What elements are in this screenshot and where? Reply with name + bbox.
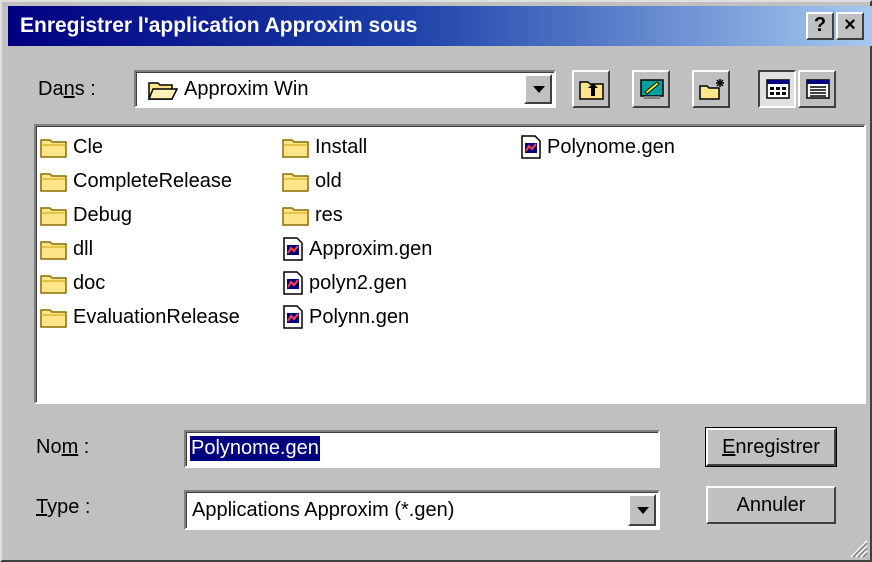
folder-item[interactable]: doc <box>40 268 105 298</box>
file-item[interactable]: Polynome.gen <box>520 132 675 162</box>
item-name: polyn2.gen <box>309 271 407 294</box>
folder-icon <box>282 173 309 192</box>
folder-item[interactable]: CompleteRelease <box>40 166 232 196</box>
cancel-button[interactable]: Annuler <box>706 486 836 524</box>
folder-item[interactable]: res <box>282 200 343 230</box>
folder-icon <box>40 241 67 260</box>
folder-item[interactable]: old <box>282 166 342 196</box>
folder-item[interactable]: dll <box>40 234 93 264</box>
lookin-label: Dans : <box>38 78 96 100</box>
help-button[interactable]: ? <box>806 12 834 40</box>
open-folder-icon <box>148 82 178 100</box>
folder-icon <box>40 275 67 294</box>
file-item[interactable]: polyn2.gen <box>282 268 407 298</box>
folder-icon <box>40 207 67 226</box>
chevron-down-icon <box>533 86 545 93</box>
filetype-dropdown[interactable]: Applications Approxim (*.gen) <box>184 490 660 530</box>
folder-icon <box>40 173 67 192</box>
folder-icon <box>282 139 309 158</box>
file-item[interactable]: Polynn.gen <box>282 302 409 332</box>
lookin-value: Approxim Win <box>184 78 309 100</box>
up-one-level-button[interactable] <box>572 70 610 108</box>
filetype-value: Applications Approxim (*.gen) <box>192 499 455 521</box>
details-view-button[interactable] <box>798 70 836 108</box>
folder-item[interactable]: Debug <box>40 200 132 230</box>
title-bar[interactable]: Enregistrer l'application Approxim sous … <box>8 6 872 46</box>
gen-file-icon <box>283 271 303 295</box>
item-name: res <box>315 203 343 226</box>
item-name: Polynn.gen <box>309 305 410 328</box>
item-name: doc <box>73 271 106 294</box>
item-name: Cle <box>73 135 104 158</box>
save-dialog: Enregistrer l'application Approxim sous … <box>0 0 872 562</box>
folder-icon <box>40 309 67 328</box>
chevron-down-icon <box>637 507 649 514</box>
new-folder-button[interactable] <box>692 70 730 108</box>
close-button[interactable]: × <box>836 12 864 40</box>
filename-value: Polynome.gen <box>190 436 320 461</box>
item-name: CompleteRelease <box>73 169 232 192</box>
gen-file-icon <box>283 305 303 329</box>
save-button[interactable]: Enregistrer <box>705 427 837 467</box>
folder-item[interactable]: EvaluationRelease <box>40 302 240 332</box>
item-name: dll <box>73 237 94 260</box>
file-list[interactable]: Cle CompleteRelease Debug dll doc EvaluationR… <box>34 124 866 404</box>
item-name: EvaluationRelease <box>73 305 240 328</box>
list-view-button[interactable] <box>758 70 796 108</box>
lookin-dropdown[interactable]: Approxim Win <box>134 70 556 108</box>
lookin-dropdown-button[interactable] <box>524 74 552 104</box>
filename-input[interactable]: Polynome.gen <box>184 430 660 468</box>
file-item[interactable]: Approxim.gen <box>282 234 432 264</box>
gen-file-icon <box>283 237 303 261</box>
filetype-dropdown-button[interactable] <box>628 494 656 526</box>
list-view-icon <box>766 79 790 99</box>
desktop-button[interactable] <box>632 70 670 108</box>
new-folder-icon <box>699 79 724 100</box>
folder-icon <box>40 139 67 158</box>
filename-label: Nom : <box>36 436 90 458</box>
desktop-icon <box>640 79 664 99</box>
size-grip-icon[interactable] <box>848 538 868 558</box>
item-name: Approxim.gen <box>309 237 433 260</box>
window-title: Enregistrer l'application Approxim sous <box>20 14 418 37</box>
up-folder-icon <box>579 81 604 100</box>
details-view-icon <box>806 79 830 99</box>
item-name: Debug <box>73 203 132 226</box>
item-name: Install <box>315 135 368 158</box>
folder-item[interactable]: Install <box>282 132 367 162</box>
folder-icon <box>282 207 309 226</box>
item-name: Polynome.gen <box>547 135 675 158</box>
folder-item[interactable]: Cle <box>40 132 103 162</box>
item-name: old <box>315 169 342 192</box>
filetype-label: Type : <box>36 496 91 518</box>
gen-file-icon <box>521 135 541 159</box>
